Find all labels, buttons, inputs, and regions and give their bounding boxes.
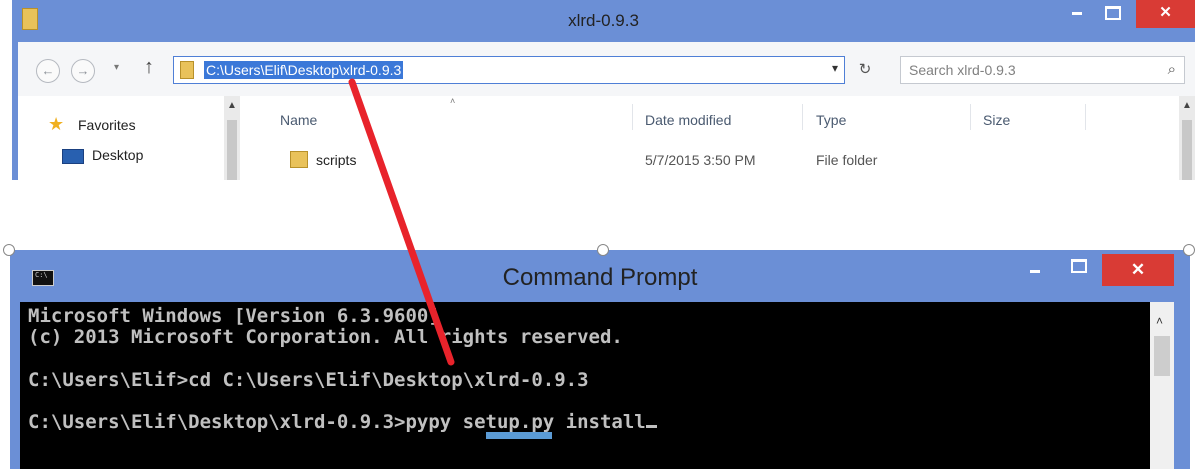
- annotation-arrow: [348, 78, 455, 366]
- annotation-arrow-line: [348, 78, 455, 366]
